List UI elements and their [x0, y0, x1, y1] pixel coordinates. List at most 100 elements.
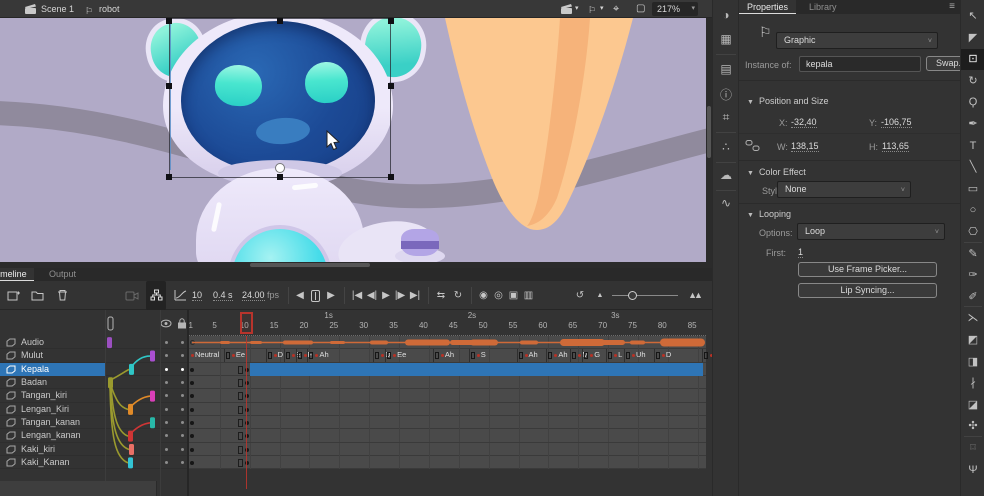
phoneme-box[interactable] [435, 352, 439, 359]
transform-handle-tc[interactable] [277, 18, 283, 24]
center-frame-icon[interactable]: ⇆ [433, 281, 449, 310]
keyframe-dot[interactable] [190, 421, 194, 425]
zoom-level-select[interactable]: 217%▾ [652, 2, 698, 16]
phoneme-keyframe-dot[interactable] [315, 354, 318, 357]
edit-multiple-frames-icon[interactable]: ▣ [506, 281, 521, 310]
use-frame-picker-button[interactable]: Use Frame Picker... [798, 262, 937, 277]
phoneme-box[interactable] [286, 352, 290, 359]
transform-panel-icon[interactable]: ⌗ [713, 110, 739, 125]
zoom-out-icon[interactable]: ▲ [593, 281, 607, 310]
frame-row-kepala[interactable] [188, 363, 706, 376]
polystar-tool[interactable]: ⎔ [961, 222, 984, 243]
brush-library-icon[interactable]: ∴ [713, 140, 739, 154]
phoneme-keyframe-dot[interactable] [554, 354, 557, 357]
parent-chip-lengan_kiri[interactable] [128, 404, 133, 415]
keyframe-dot[interactable] [190, 434, 194, 438]
new-layer-icon[interactable] [4, 281, 22, 310]
phoneme-box[interactable] [309, 352, 313, 359]
text-tool[interactable]: T [961, 136, 984, 157]
phoneme-keyframe-dot[interactable] [292, 354, 295, 357]
frame-row-tangan_kanan[interactable] [188, 416, 706, 429]
pen-tool[interactable]: ✒ [961, 114, 984, 135]
section-looping[interactable]: ▼Looping [747, 209, 791, 219]
keyframe-dot[interactable] [190, 381, 194, 385]
keyframe-dot[interactable] [190, 394, 194, 398]
current-frame-counter[interactable]: 10 [192, 281, 202, 310]
x-value[interactable]: -32,40 [791, 117, 817, 128]
phoneme-box[interactable] [298, 352, 302, 359]
go-first-icon[interactable]: |◀ [349, 281, 365, 310]
motion-editor-icon[interactable]: ∿ [713, 196, 739, 210]
parent-chip-tangan_kiri[interactable] [150, 391, 155, 402]
phoneme-keyframe-dot[interactable] [381, 354, 384, 357]
phoneme-keyframe-dot[interactable] [441, 354, 444, 357]
tab-timeline[interactable]: Timeline [0, 268, 34, 281]
zoom-in-icon[interactable]: ▲▲ [684, 281, 704, 310]
step-forward-icon[interactable]: ▶ [324, 281, 338, 310]
parent-chip-mulut[interactable] [150, 351, 155, 362]
phoneme-box[interactable] [226, 352, 230, 359]
phoneme-keyframe-dot[interactable] [274, 354, 277, 357]
step-back-icon[interactable]: ◀ [293, 281, 307, 310]
frame-ruler[interactable]: 15101520253035404550556065707580851s2s3s [188, 312, 706, 336]
transform-handle-tr[interactable] [388, 18, 394, 24]
pencil-tool[interactable]: ✎ [961, 244, 984, 265]
parent-chip-kaki_kiri[interactable] [129, 444, 134, 455]
asset-warp-tool[interactable]: ✣ [961, 416, 984, 437]
cc-libraries-icon[interactable]: ☁ [713, 168, 739, 182]
playhead-marker[interactable] [240, 312, 253, 334]
phoneme-box[interactable] [471, 352, 475, 359]
onion-skin-icon[interactable]: ◉ [476, 281, 491, 310]
phoneme-keyframe-dot[interactable] [304, 354, 307, 357]
transform-handle-ml[interactable] [166, 83, 172, 89]
stage-canvas[interactable] [0, 18, 706, 262]
phoneme-keyframe-dot[interactable] [393, 354, 396, 357]
phoneme-box[interactable] [375, 352, 379, 359]
edit-scene-icon[interactable] [560, 0, 573, 18]
keyframe-dot[interactable] [190, 368, 194, 372]
edit-symbol-icon[interactable]: ⚐ [588, 1, 596, 19]
phoneme-box[interactable] [608, 352, 612, 359]
link-width-height-icon[interactable] [745, 139, 760, 152]
frame-rate[interactable]: 24.00 fps [242, 281, 279, 310]
symbol-type-dropdown[interactable]: Graphic˅ [776, 32, 938, 49]
parent-chip-audio[interactable] [107, 337, 112, 348]
onion-outline-icon[interactable]: ◎ [491, 281, 506, 310]
oval-tool[interactable]: ○ [961, 200, 984, 221]
phoneme-box[interactable] [704, 352, 708, 359]
phoneme-keyframe-dot[interactable] [578, 354, 581, 357]
color-panel-icon[interactable]: ◑ [713, 8, 739, 22]
phoneme-box[interactable] [572, 352, 576, 359]
frame-row-kaki_kiri[interactable] [188, 443, 706, 456]
ink-bottle-tool[interactable]: ◨ [961, 352, 984, 373]
transform-handle-mr[interactable] [388, 83, 394, 89]
parent-chip-badan[interactable] [108, 377, 113, 388]
phoneme-box[interactable] [268, 352, 272, 359]
breadcrumb-symbol[interactable]: robot [99, 0, 120, 18]
phoneme-keyframe-dot[interactable] [477, 354, 480, 357]
phoneme-keyframe-dot[interactable] [232, 354, 235, 357]
first-frame-value[interactable]: 1 [798, 247, 803, 258]
keyframe-dot[interactable] [190, 448, 194, 452]
phoneme-box[interactable] [387, 352, 391, 359]
tab-library[interactable]: Library [801, 0, 845, 14]
parent-chip-lengan_kanan[interactable] [128, 431, 133, 442]
transform-handle-bc[interactable] [277, 174, 283, 180]
phoneme-keyframe-dot[interactable] [614, 354, 617, 357]
keyframe-dot[interactable] [190, 461, 194, 465]
h-value[interactable]: 113,65 [882, 141, 909, 152]
frame-row-lengan_kiri[interactable] [188, 403, 706, 416]
classic-brush-tool[interactable]: ✑ [961, 265, 984, 286]
new-folder-icon[interactable] [28, 281, 46, 310]
phoneme-keyframe-dot[interactable] [525, 354, 528, 357]
camera-tool[interactable]: ⌑ [961, 438, 984, 459]
keyframe-dot[interactable] [190, 408, 194, 412]
selected-frame-span[interactable] [250, 363, 703, 376]
clip-content-icon[interactable]: ▢ [636, 0, 645, 18]
next-frame-icon[interactable]: |▶ [392, 281, 408, 310]
frame-row-badan[interactable] [188, 376, 706, 389]
delete-layer-icon[interactable] [53, 281, 71, 310]
center-stage-icon[interactable]: ⌖ [613, 0, 619, 18]
go-last-icon[interactable]: ▶| [407, 281, 423, 310]
graph-view-icon[interactable] [170, 281, 190, 310]
